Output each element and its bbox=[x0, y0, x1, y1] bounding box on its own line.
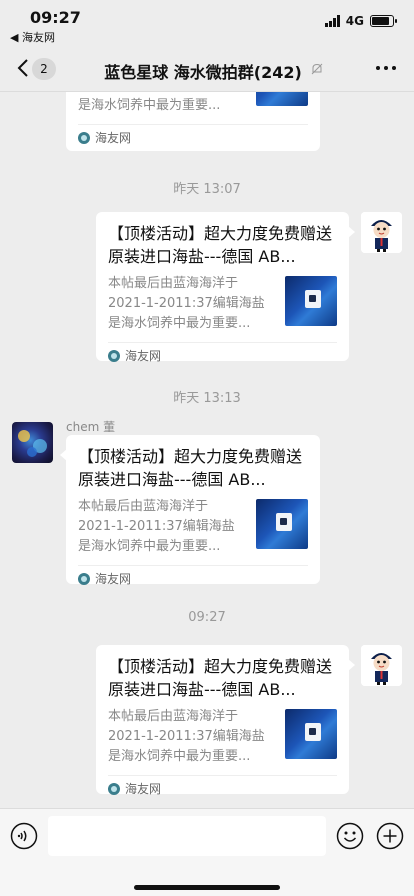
source-label: 海友网 bbox=[125, 349, 162, 363]
cartoon-avatar-icon bbox=[361, 645, 402, 686]
home-indicator[interactable] bbox=[134, 885, 280, 890]
message-text-input[interactable] bbox=[48, 816, 326, 856]
status-indicators: 4G bbox=[324, 14, 397, 28]
card-title: 【顶楼活动】超大力度免费赠送原装进口海盐---德国 AB... bbox=[108, 657, 333, 699]
site-logo-icon bbox=[78, 572, 90, 585]
source-label: 海友网 bbox=[95, 572, 132, 586]
timestamp: 昨天 13:07 bbox=[173, 182, 241, 197]
status-time: 09:27 bbox=[30, 8, 81, 27]
card-source: 海友网 bbox=[108, 342, 337, 368]
chem-avatar[interactable] bbox=[12, 422, 53, 463]
message-card[interactable]: 是海水饲养中最为重要... 海友网 bbox=[66, 92, 320, 151]
emoji-icon[interactable] bbox=[336, 822, 364, 850]
voice-input-icon[interactable] bbox=[10, 822, 38, 850]
network-type: 4G bbox=[345, 14, 364, 28]
chat-message-list[interactable]: 是海水饲养中最为重要... 海友网 昨天 13:07 【顶楼活动】超大力度免费赠… bbox=[0, 92, 414, 808]
card-description: 是海水饲养中最为重要... bbox=[78, 98, 221, 113]
card-description: 本帖最后由蓝海海洋于2021-1-2011:37编辑海盐是海水饲养中最为重要..… bbox=[108, 709, 265, 764]
message-card[interactable]: 【顶楼活动】超大力度免费赠送原装进口海盐---德国 AB... 本帖最后由蓝海海… bbox=[96, 645, 355, 796]
card-description: 本帖最后由蓝海海洋于2021-1-2011:37编辑海盐是海水饲养中最为重要..… bbox=[108, 276, 265, 331]
my-avatar[interactable] bbox=[361, 645, 402, 686]
my-avatar[interactable] bbox=[361, 212, 402, 253]
card-thumbnail bbox=[285, 276, 337, 326]
status-bar: 09:27 ◀ 海友网 4G bbox=[0, 0, 414, 46]
site-logo-icon bbox=[108, 349, 120, 362]
timestamp: 09:27 bbox=[188, 610, 226, 625]
add-attachment-icon[interactable] bbox=[376, 822, 404, 850]
signal-icon bbox=[324, 15, 340, 27]
card-title: 【顶楼活动】超大力度免费赠送原装进口海盐---德国 AB... bbox=[78, 447, 303, 489]
back-to-app-link[interactable]: ◀ 海友网 bbox=[10, 29, 55, 45]
card-description: 本帖最后由蓝海海洋于2021-1-2011:37编辑海盐是海水饲养中最为重要..… bbox=[78, 499, 235, 554]
card-thumbnail bbox=[285, 709, 337, 759]
cartoon-avatar-icon bbox=[361, 212, 402, 253]
card-source: 海友网 bbox=[78, 565, 308, 591]
card-thumbnail bbox=[256, 499, 308, 549]
chat-header: 2 蓝色星球 海水微拍群(242) bbox=[0, 46, 414, 92]
card-source: 海友网 bbox=[108, 775, 337, 801]
site-logo-icon bbox=[78, 131, 90, 144]
more-options-icon[interactable] bbox=[376, 66, 396, 70]
timestamp: 昨天 13:13 bbox=[173, 391, 241, 406]
source-label: 海友网 bbox=[95, 131, 132, 145]
card-title: 【顶楼活动】超大力度免费赠送原装进口海盐---德国 AB... bbox=[108, 224, 333, 266]
chat-title: 蓝色星球 海水微拍群(242) bbox=[104, 63, 302, 82]
message-card[interactable]: 【顶楼活动】超大力度免费赠送原装进口海盐---德国 AB... 本帖最后由蓝海海… bbox=[60, 435, 320, 586]
message-card[interactable]: 【顶楼活动】超大力度免费赠送原装进口海盐---德国 AB... 本帖最后由蓝海海… bbox=[96, 212, 355, 363]
photo-avatar-icon bbox=[18, 430, 47, 457]
card-source: 海友网 bbox=[78, 124, 308, 150]
sender-name: chem 董 bbox=[66, 420, 116, 434]
mute-bell-icon bbox=[311, 63, 323, 75]
source-label: 海友网 bbox=[125, 782, 162, 796]
battery-icon bbox=[370, 15, 397, 27]
card-thumbnail bbox=[256, 92, 308, 106]
unread-count-badge[interactable]: 2 bbox=[32, 58, 56, 80]
message-input-bar bbox=[0, 808, 414, 896]
site-logo-icon bbox=[108, 782, 120, 795]
